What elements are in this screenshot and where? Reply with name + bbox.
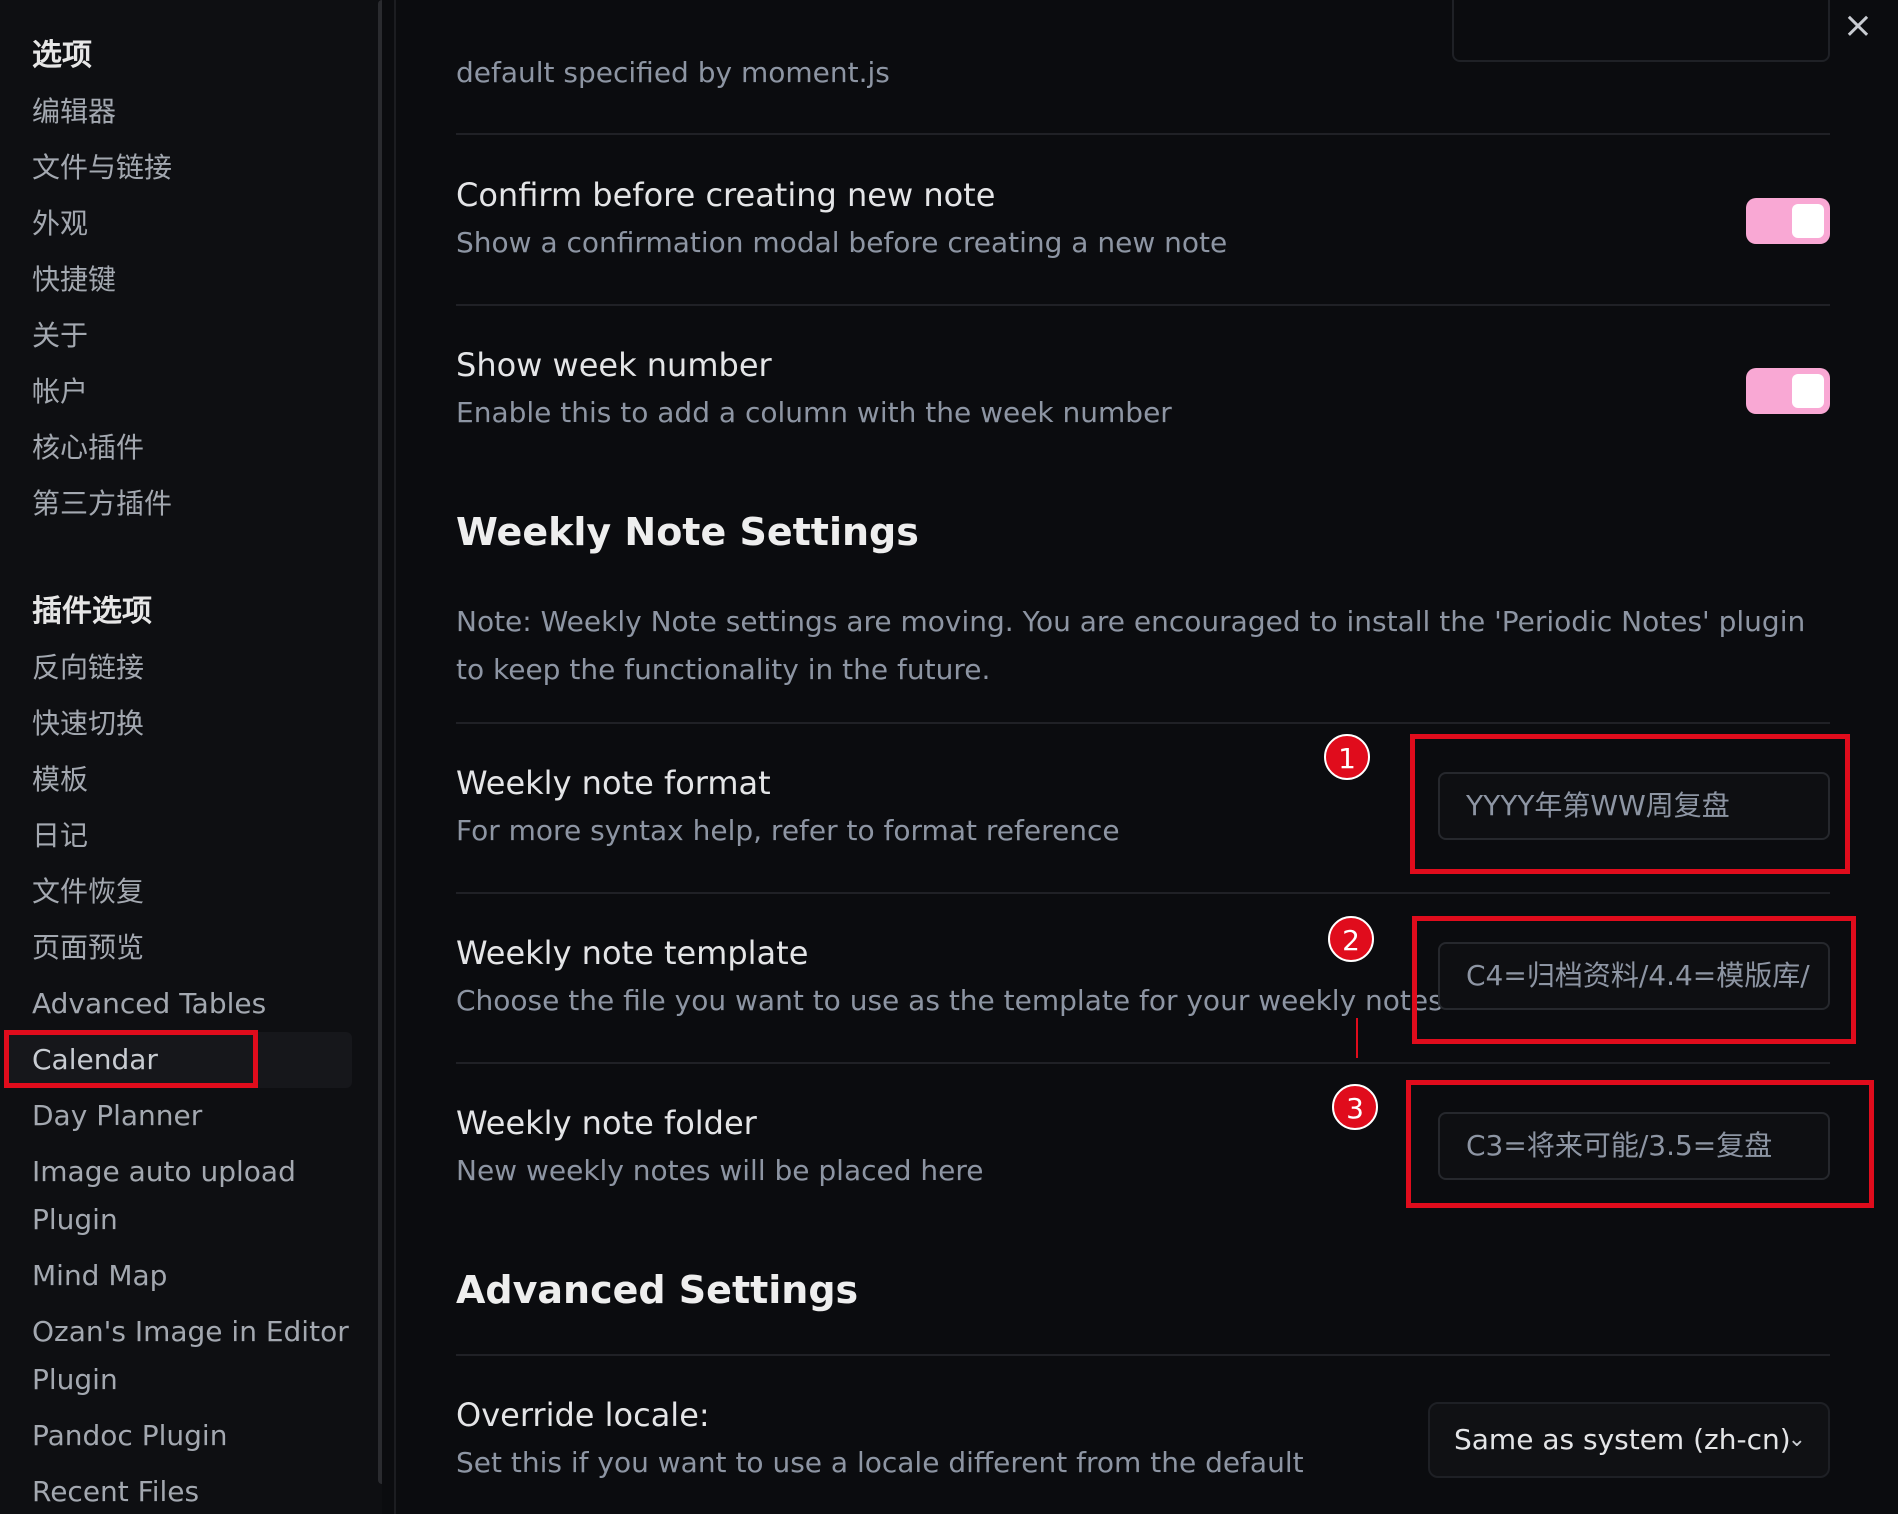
sidebar-item-about[interactable]: 关于 (32, 312, 88, 360)
divider (456, 133, 1830, 135)
close-icon[interactable]: × (1838, 6, 1878, 46)
sidebar-item-recent-files[interactable]: Recent Files (32, 1468, 199, 1514)
show-week-number-title: Show week number (456, 346, 772, 384)
date-format-desc: default specified by moment.js (456, 56, 890, 89)
options-heading: 选项 (32, 38, 92, 73)
sidebar-item-ozans-image-line2[interactable]: Plugin (32, 1356, 118, 1404)
divider (456, 1062, 1830, 1064)
sidebar-item-core-plugins[interactable]: 核心插件 (32, 424, 144, 472)
confirm-new-note-desc: Show a confirmation modal before creatin… (456, 226, 1228, 259)
divider (456, 722, 1830, 724)
divider (456, 892, 1830, 894)
annotation-badge-3: 3 (1332, 1084, 1378, 1130)
annotation-badge-1: 1 (1324, 734, 1370, 780)
weekly-note-migration-notice: Note: Weekly Note settings are moving. Y… (456, 605, 1806, 686)
weekly-template-input[interactable]: C4=归档资料/4.4=模版库/ (1438, 942, 1830, 1010)
weekly-format-title: Weekly note format (456, 764, 771, 802)
settings-sidebar: 选项 编辑器 文件与链接 外观 快捷键 关于 帐户 核心插件 第三方插件 插件选… (0, 0, 382, 1514)
sidebar-item-account[interactable]: 帐户 (32, 368, 88, 416)
show-week-number-desc: Enable this to add a column with the wee… (456, 396, 1172, 429)
weekly-folder-title: Weekly note folder (456, 1104, 757, 1142)
sidebar-item-file-recovery[interactable]: 文件恢复 (32, 868, 144, 916)
override-locale-title: Override locale: (456, 1396, 710, 1434)
confirm-new-note-toggle[interactable] (1746, 198, 1830, 244)
toggle-knob (1792, 204, 1824, 238)
weekly-template-title: Weekly note template (456, 934, 809, 972)
weekly-folder-input[interactable]: C3=将来可能/3.5=复盘 (1438, 1112, 1830, 1180)
sidebar-item-page-preview[interactable]: 页面预览 (32, 924, 144, 972)
sidebar-item-image-auto-upload-line2[interactable]: Plugin (32, 1196, 118, 1244)
sidebar-item-hotkeys[interactable]: 快捷键 (32, 256, 116, 304)
annotation-badge-2: 2 (1328, 916, 1374, 962)
advanced-settings-heading: Advanced Settings (456, 1268, 859, 1312)
show-week-number-toggle[interactable] (1746, 368, 1830, 414)
confirm-new-note-title: Confirm before creating new note (456, 176, 996, 214)
sidebar-item-daily-notes[interactable]: 日记 (32, 812, 88, 860)
date-format-input-partial[interactable] (1452, 0, 1830, 62)
annotation-connector-line (1356, 1018, 1358, 1058)
divider (456, 304, 1830, 306)
weekly-folder-desc: New weekly notes will be placed here (456, 1154, 984, 1187)
plugin-options-heading: 插件选项 (32, 594, 152, 629)
weekly-template-desc: Choose the file you want to use as the t… (456, 984, 1443, 1017)
chevron-down-icon: ⌄ (1787, 1427, 1806, 1452)
sidebar-item-calendar[interactable]: Calendar (32, 1036, 158, 1084)
weekly-format-desc: For more syntax help, refer to format re… (456, 814, 1120, 847)
sidebar-item-appearance[interactable]: 外观 (32, 200, 88, 248)
override-locale-desc: Set this if you want to use a locale dif… (456, 1446, 1304, 1479)
sidebar-item-quick-switcher[interactable]: 快速切换 (32, 700, 144, 748)
sidebar-item-files-links[interactable]: 文件与链接 (32, 144, 172, 192)
sidebar-item-image-auto-upload[interactable]: Image auto upload (32, 1148, 296, 1196)
sidebar-item-advanced-tables[interactable]: Advanced Tables (32, 980, 266, 1028)
toggle-knob (1792, 374, 1824, 408)
weekly-format-input[interactable]: YYYY年第WW周复盘 (1438, 772, 1830, 840)
sidebar-item-mind-map[interactable]: Mind Map (32, 1252, 167, 1300)
sidebar-scrollbar[interactable] (378, 0, 382, 1484)
sidebar-item-day-planner[interactable]: Day Planner (32, 1092, 202, 1140)
sidebar-item-backlinks[interactable]: 反向链接 (32, 644, 144, 692)
sidebar-item-pandoc[interactable]: Pandoc Plugin (32, 1412, 227, 1460)
sidebar-item-community-plugins[interactable]: 第三方插件 (32, 480, 172, 528)
divider (456, 1354, 1830, 1356)
weekly-note-settings-heading: Weekly Note Settings (456, 510, 919, 554)
override-locale-value: Same as system (zh-cn) (1454, 1423, 1791, 1456)
sidebar-item-templates[interactable]: 模板 (32, 756, 88, 804)
override-locale-select[interactable]: Same as system (zh-cn) ⌄ (1428, 1402, 1830, 1478)
sidebar-item-editor[interactable]: 编辑器 (32, 88, 116, 136)
sidebar-item-ozans-image[interactable]: Ozan's Image in Editor (32, 1308, 349, 1356)
